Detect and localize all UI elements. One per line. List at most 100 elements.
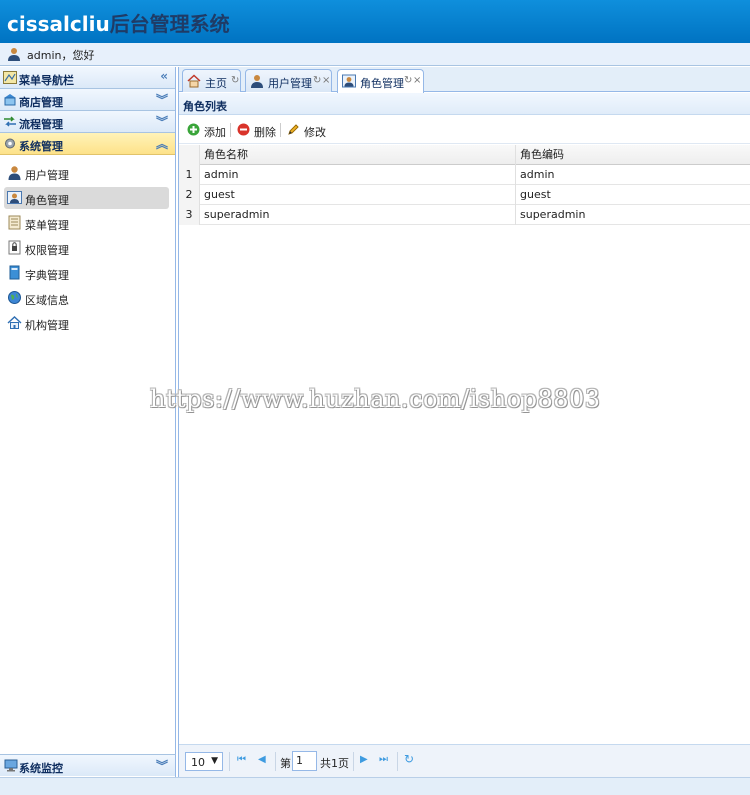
edit-button-label: 修改 — [304, 126, 326, 139]
sidebar-nav-title: 菜单导航栏 — [19, 74, 74, 87]
column-header-role-code[interactable]: 角色编码 — [516, 145, 750, 165]
tab-label: 主页 — [205, 77, 227, 90]
gear-icon — [5, 138, 15, 149]
panel-title: 角色列表 — [179, 93, 750, 115]
refresh-icon[interactable]: ↻ — [404, 75, 412, 86]
sidebar-item-label: 角色管理 — [25, 194, 69, 207]
expand-icon[interactable]: ︾ — [156, 113, 168, 130]
section-workflow-label: 流程管理 — [19, 118, 63, 131]
section-monitor-label: 系统监控 — [19, 762, 63, 775]
row-number: 2 — [179, 185, 200, 205]
pager-divider — [275, 752, 276, 771]
row-number-header — [179, 145, 200, 165]
page-total: 共1页 — [320, 757, 349, 770]
pager-divider — [229, 752, 230, 771]
user-icon — [8, 48, 20, 61]
section-workflow[interactable]: 流程管理 ︾ — [0, 111, 175, 133]
table-row[interactable]: 1 admin admin — [179, 165, 750, 185]
book-icon — [9, 265, 20, 280]
role-code-cell: admin — [520, 168, 555, 181]
section-shop[interactable]: 商店管理 ︾ — [0, 89, 175, 111]
refresh-icon[interactable]: ↻ — [231, 75, 239, 86]
sidebar-item-dictionary[interactable]: 字典管理 — [4, 262, 169, 284]
close-icon[interactable]: × — [322, 75, 330, 86]
sidebar-item-label: 权限管理 — [25, 244, 69, 257]
lock-icon — [8, 240, 21, 255]
table-row[interactable]: 3 superadmin superadmin — [179, 205, 750, 225]
monitor-icon — [4, 759, 18, 772]
add-button[interactable]: 添加 — [187, 122, 232, 139]
sidebar-nav-header[interactable]: 菜单导航栏 « — [0, 67, 175, 89]
collapse-icon[interactable]: ︽ — [156, 135, 168, 152]
toolbar: 添加 删除 修改 — [179, 116, 750, 144]
add-button-label: 添加 — [204, 126, 226, 139]
row-number: 1 — [179, 165, 200, 185]
role-name-cell: superadmin — [200, 205, 516, 225]
page-size-select[interactable]: 10 ▼ — [185, 752, 223, 771]
chevron-down-icon: ▼ — [211, 756, 218, 766]
watermark-text: https://www.huzhan.com/ishop8803 — [150, 385, 601, 413]
tab-label: 用户管理 — [268, 77, 312, 90]
edit-button[interactable]: 修改 — [287, 122, 332, 139]
prev-page-icon[interactable]: ◀ — [258, 754, 266, 765]
role-code-cell: superadmin — [520, 208, 586, 221]
system-menu: 用户管理 角色管理 菜单管理 权限管理 字典管理 区域信息 机构管理 — [0, 155, 175, 334]
table-header-row: 角色名称 角色编码 — [179, 145, 750, 165]
user-icon — [8, 166, 21, 180]
brand-en: cissalcliu — [7, 12, 110, 36]
close-icon[interactable]: × — [413, 75, 421, 86]
user-greeting: admin，您好 — [27, 49, 95, 62]
app-header: cissalcliu后台管理系统 — [0, 0, 750, 43]
pager-divider — [397, 752, 398, 771]
sidebar-item-organization[interactable]: 机构管理 — [4, 312, 169, 334]
expand-icon[interactable]: ︾ — [156, 91, 168, 108]
role-name-cell: admin — [200, 165, 516, 185]
collapse-sidebar-icon[interactable]: « — [160, 69, 168, 83]
table-row[interactable]: 2 guest guest — [179, 185, 750, 205]
page-prefix: 第 — [280, 757, 291, 770]
home-icon — [7, 316, 22, 329]
tab-home[interactable]: 主页 ↻ — [182, 69, 241, 92]
minus-icon — [237, 123, 250, 136]
plus-icon — [187, 123, 200, 136]
sidebar-item-permission[interactable]: 权限管理 — [4, 237, 169, 259]
sidebar: 菜单导航栏 « 商店管理 ︾ 流程管理 ︾ 系统管理 ︽ 用户管理 角色管理 菜… — [0, 67, 176, 777]
main-content: 主页 ↻ 用户管理 ↻ × 角色管理 ↻ × 角色列表 添加 删除 修改 角色名… — [178, 67, 750, 777]
tab-user-management[interactable]: 用户管理 ↻ × — [245, 69, 332, 92]
delete-button[interactable]: 删除 — [237, 122, 282, 139]
sidebar-item-label: 字典管理 — [25, 269, 69, 282]
refresh-icon[interactable]: ↻ — [404, 752, 414, 766]
user-bar: admin，您好 — [0, 43, 750, 66]
first-page-icon[interactable]: ⏮ — [237, 754, 246, 765]
sidebar-item-label: 菜单管理 — [25, 219, 69, 232]
shop-icon — [4, 94, 16, 106]
home-icon — [187, 74, 201, 88]
section-monitor[interactable]: 系统监控 ︾ — [0, 754, 176, 776]
refresh-icon[interactable]: ↻ — [313, 75, 321, 86]
menu-list-icon — [8, 215, 21, 230]
pencil-icon — [288, 124, 299, 135]
sidebar-item-role[interactable]: 角色管理 — [4, 187, 169, 209]
tab-label: 角色管理 — [360, 77, 404, 90]
row-number: 3 — [179, 205, 200, 225]
next-page-icon[interactable]: ▶ — [360, 754, 368, 765]
tab-role-management[interactable]: 角色管理 ↻ × — [337, 69, 424, 93]
map-icon — [3, 71, 17, 84]
role-code-cell: guest — [520, 188, 551, 201]
page-number-input[interactable]: 1 — [292, 751, 317, 771]
delete-button-label: 删除 — [254, 126, 276, 139]
user-icon — [251, 75, 263, 88]
role-table: 角色名称 角色编码 1 admin admin 2 guest guest 3 … — [179, 145, 750, 225]
column-header-role-name[interactable]: 角色名称 — [200, 145, 516, 165]
role-card-icon — [342, 74, 356, 88]
workflow-icon — [4, 116, 16, 127]
section-system[interactable]: 系统管理 ︽ — [0, 133, 175, 155]
section-shop-label: 商店管理 — [19, 96, 63, 109]
last-page-icon[interactable]: ⏭ — [379, 754, 388, 765]
toolbar-divider — [230, 123, 231, 137]
sidebar-item-region[interactable]: 区域信息 — [4, 287, 169, 309]
sidebar-item-user[interactable]: 用户管理 — [4, 162, 169, 184]
pagination-bar: 10 ▼ ⏮ ◀ 第 1 共1页 ▶ ⏭ ↻ — [179, 744, 750, 777]
sidebar-item-menu[interactable]: 菜单管理 — [4, 212, 169, 234]
expand-icon[interactable]: ︾ — [156, 757, 168, 774]
